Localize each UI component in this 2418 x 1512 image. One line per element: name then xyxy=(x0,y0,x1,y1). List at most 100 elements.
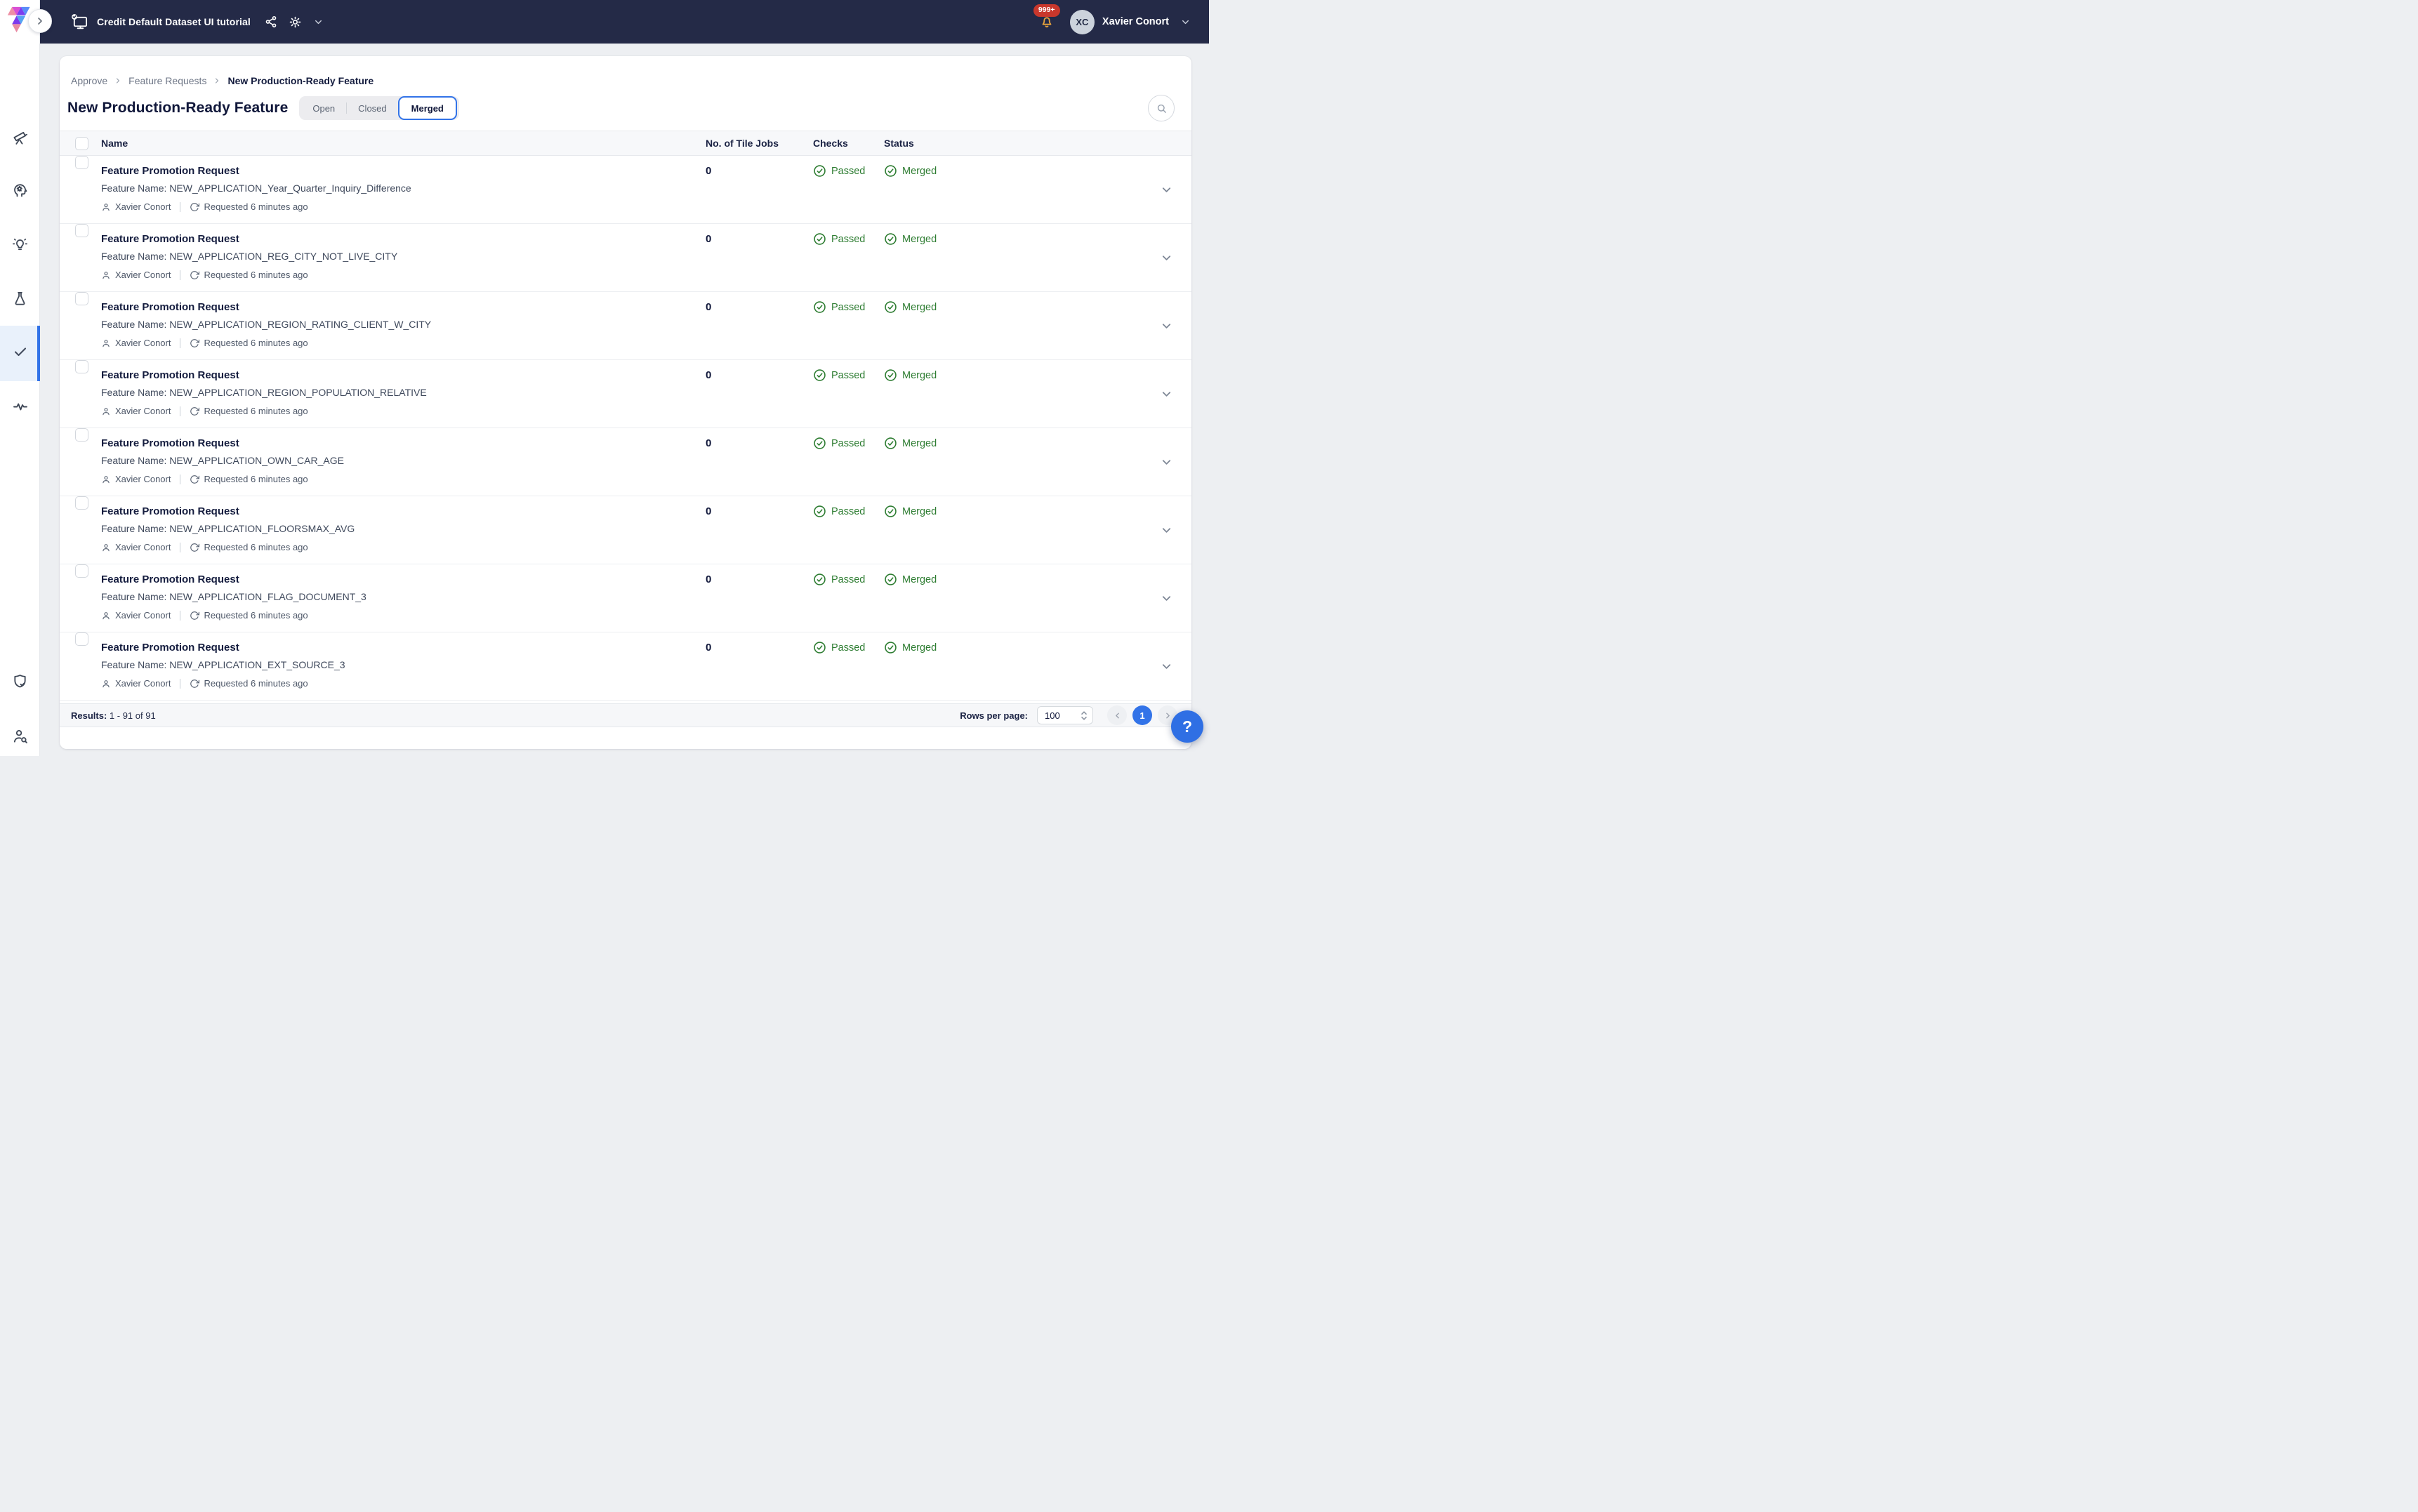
sidebar-expand-button[interactable] xyxy=(28,9,52,33)
user-menu-chevron-down-icon[interactable] xyxy=(1180,17,1191,27)
row-checkbox[interactable] xyxy=(75,632,88,646)
feature-name: Feature Name: NEW_APPLICATION_FLAG_DOCUM… xyxy=(101,590,706,603)
checks-status: Passed xyxy=(813,360,884,382)
refresh-icon xyxy=(190,338,199,348)
requester-name: Xavier Conort xyxy=(115,338,171,348)
feature-name: Feature Name: NEW_APPLICATION_OWN_CAR_AG… xyxy=(101,454,706,467)
share-icon[interactable] xyxy=(265,15,277,28)
request-title: Feature Promotion Request xyxy=(101,164,706,178)
refresh-icon xyxy=(190,406,199,416)
status-label: Merged xyxy=(902,438,937,449)
status-label: Merged xyxy=(902,574,937,585)
row-checkbox[interactable] xyxy=(75,360,88,373)
requested-time: Requested 6 minutes ago xyxy=(204,270,308,280)
tab-open[interactable]: Open xyxy=(301,98,346,118)
request-row[interactable]: Feature Promotion Request Feature Name: … xyxy=(60,156,1191,224)
gear-icon[interactable] xyxy=(289,15,302,29)
user-icon xyxy=(101,270,111,280)
monitor-check-icon xyxy=(71,13,88,31)
results-label: Results: xyxy=(71,710,107,721)
user-icon xyxy=(101,611,111,621)
expand-chevron-down-icon[interactable] xyxy=(1160,387,1173,401)
request-row[interactable]: Feature Promotion Request Feature Name: … xyxy=(60,496,1191,564)
request-title: Feature Promotion Request xyxy=(101,505,706,519)
request-meta: Xavier Conort Requested 6 minutes ago xyxy=(101,610,706,621)
search-button[interactable] xyxy=(1148,95,1175,121)
request-meta: Xavier Conort Requested 6 minutes ago xyxy=(101,678,706,689)
request-meta: Xavier Conort Requested 6 minutes ago xyxy=(101,270,706,280)
sidebar-item-explore[interactable] xyxy=(0,121,40,152)
row-checkbox[interactable] xyxy=(75,224,88,237)
sidebar-item-ideas[interactable] xyxy=(0,229,40,260)
row-checkbox[interactable] xyxy=(75,564,88,578)
request-title: Feature Promotion Request xyxy=(101,369,706,383)
sidebar-item-experiments[interactable] xyxy=(0,283,40,314)
rows-per-page-label: Rows per page: xyxy=(960,710,1028,721)
request-row[interactable]: Feature Promotion Request Feature Name: … xyxy=(60,428,1191,496)
merge-status: Merged xyxy=(884,224,1141,246)
request-row[interactable]: Feature Promotion Request Feature Name: … xyxy=(60,224,1191,292)
expand-chevron-down-icon[interactable] xyxy=(1160,319,1173,333)
row-checkbox[interactable] xyxy=(75,292,88,305)
sidebar-item-activity[interactable] xyxy=(0,390,40,421)
tab-merged[interactable]: Merged xyxy=(398,96,457,120)
requester-name: Xavier Conort xyxy=(115,678,171,689)
circle-check-icon xyxy=(884,300,897,314)
checks-status: Passed xyxy=(813,428,884,450)
user-name[interactable]: Xavier Conort xyxy=(1102,16,1169,27)
circle-check-icon xyxy=(884,437,897,450)
sidebar-item-users[interactable] xyxy=(0,720,40,751)
request-row[interactable]: Feature Promotion Request Feature Name: … xyxy=(60,360,1191,428)
activity-icon xyxy=(12,397,29,414)
pagination: 1 xyxy=(1107,705,1177,725)
request-row[interactable]: Feature Promotion Request Feature Name: … xyxy=(60,292,1191,360)
requested-time: Requested 6 minutes ago xyxy=(204,338,308,348)
telescope-icon xyxy=(12,129,28,145)
page-number-button[interactable]: 1 xyxy=(1132,705,1152,725)
notification-badge: 999+ xyxy=(1033,4,1060,17)
rows-per-page-select[interactable]: 100 xyxy=(1037,706,1093,724)
requested-time: Requested 6 minutes ago xyxy=(204,406,308,416)
workspace-selector[interactable]: Credit Default Dataset UI tutorial xyxy=(71,13,251,31)
breadcrumb-approve[interactable]: Approve xyxy=(71,75,107,86)
previous-page-button[interactable] xyxy=(1107,705,1127,725)
feature-name: Feature Name: NEW_APPLICATION_FLOORSMAX_… xyxy=(101,522,706,535)
table-footer: Results: 1 - 91 of 91 Rows per page: 100… xyxy=(60,703,1191,727)
requested-time: Requested 6 minutes ago xyxy=(204,610,308,621)
circle-check-icon xyxy=(813,437,826,450)
expand-chevron-down-icon[interactable] xyxy=(1160,251,1173,265)
expand-chevron-down-icon[interactable] xyxy=(1160,524,1173,537)
sidebar-item-approve[interactable] xyxy=(0,336,40,366)
expand-chevron-down-icon[interactable] xyxy=(1160,592,1173,605)
user-icon xyxy=(101,406,111,416)
checks-status: Passed xyxy=(813,632,884,654)
expand-chevron-down-icon[interactable] xyxy=(1160,456,1173,469)
expand-chevron-down-icon[interactable] xyxy=(1160,183,1173,197)
request-row[interactable]: Feature Promotion Request Feature Name: … xyxy=(60,632,1191,701)
avatar[interactable]: XC xyxy=(1070,10,1095,34)
feature-name: Feature Name: NEW_APPLICATION_EXT_SOURCE… xyxy=(101,658,706,671)
rows-per-page-value: 100 xyxy=(1045,710,1081,721)
sidebar-item-governance[interactable] xyxy=(0,665,40,696)
row-checkbox[interactable] xyxy=(75,156,88,169)
tab-closed[interactable]: Closed xyxy=(347,98,397,118)
circle-check-icon xyxy=(884,641,897,654)
row-checkbox[interactable] xyxy=(75,428,88,442)
sidebar-item-ai[interactable] xyxy=(0,174,40,205)
request-row[interactable]: Feature Promotion Request Feature Name: … xyxy=(60,564,1191,632)
column-header-status: Status xyxy=(884,138,1141,149)
circle-check-icon xyxy=(884,232,897,246)
expand-chevron-down-icon[interactable] xyxy=(1160,660,1173,673)
results-value: 1 - 91 of 91 xyxy=(110,710,156,721)
notifications-button[interactable]: 999+ xyxy=(1039,14,1055,29)
checks-label: Passed xyxy=(831,506,865,517)
row-checkbox[interactable] xyxy=(75,496,88,510)
select-all-checkbox[interactable] xyxy=(75,137,88,150)
requester-name: Xavier Conort xyxy=(115,406,171,416)
breadcrumb-feature-requests[interactable]: Feature Requests xyxy=(128,75,206,86)
flask-icon xyxy=(12,291,28,307)
requested-time: Requested 6 minutes ago xyxy=(204,678,308,689)
help-button[interactable]: ? xyxy=(1171,710,1203,743)
workspace-chevron-down-icon[interactable] xyxy=(313,17,324,27)
status-label: Merged xyxy=(902,506,937,517)
